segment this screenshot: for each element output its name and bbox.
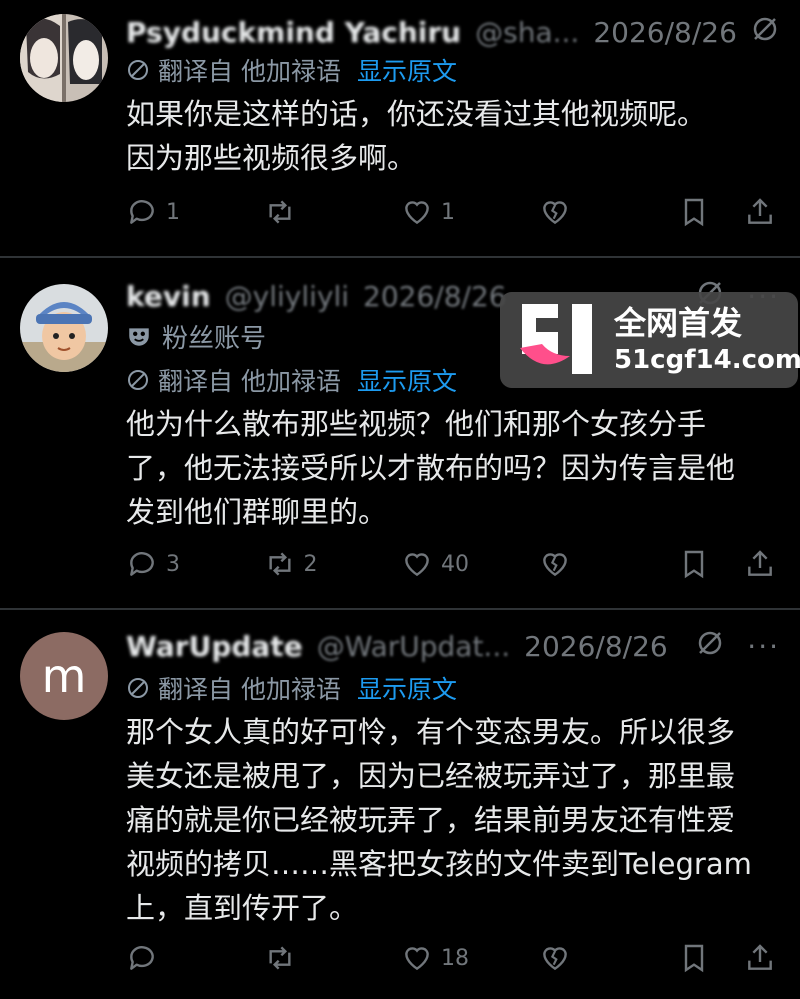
tweet-text: 如果你是这样的话，你还没看过其他视频呢。 因为那些视频很多啊。 bbox=[126, 97, 707, 175]
repost-button[interactable] bbox=[264, 196, 402, 228]
post-date[interactable]: 2026/8/26 bbox=[524, 630, 668, 663]
watermark-line1: 全网首发 bbox=[614, 304, 743, 342]
show-original-link[interactable]: 显示原文 bbox=[357, 52, 457, 88]
reply-icon bbox=[130, 200, 154, 224]
translate-source: 翻译自 他加禄语 bbox=[158, 57, 341, 86]
more-options-button[interactable]: ··· bbox=[747, 630, 780, 663]
action-bar: 1 1 bbox=[126, 192, 776, 232]
bookmark-button[interactable] bbox=[678, 548, 710, 580]
avatar[interactable]: m bbox=[20, 632, 108, 720]
display-name[interactable]: WarUpdate bbox=[126, 630, 303, 663]
tweet-header: Psyduckmind Yachiru @sha... 2026/8/26 bbox=[126, 12, 780, 52]
reply-button[interactable]: 3 bbox=[126, 548, 264, 580]
avatar-letter: m bbox=[41, 649, 87, 703]
broken-heart-icon bbox=[542, 553, 567, 577]
repost-count: 2 bbox=[303, 551, 318, 577]
translation-note: 翻译自 他加禄语 显示原文 bbox=[126, 362, 457, 398]
grok-analyze-button[interactable] bbox=[539, 548, 679, 580]
reply-icon bbox=[130, 946, 154, 970]
repost-icon bbox=[268, 552, 291, 576]
tweet-3[interactable]: m WarUpdate @WarUpdat... 2026/8/26 ··· 翻… bbox=[0, 610, 800, 999]
like-button[interactable]: 18 bbox=[401, 942, 539, 974]
bookmark-icon bbox=[684, 550, 704, 579]
translation-note: 翻译自 他加禄语 显示原文 bbox=[126, 52, 457, 88]
repost-button[interactable]: 2 bbox=[264, 548, 402, 580]
translate-icon bbox=[128, 370, 148, 390]
watermark-overlay: 全网首发 51cgf14.com bbox=[500, 292, 800, 388]
reply-button[interactable]: 1 bbox=[126, 196, 264, 228]
reply-icon bbox=[130, 552, 154, 576]
display-name[interactable]: Psyduckmind Yachiru bbox=[126, 16, 461, 49]
share-button[interactable] bbox=[744, 196, 776, 228]
action-bar: 18 bbox=[126, 938, 776, 978]
fan-account-label: 粉丝账号 bbox=[126, 318, 266, 354]
grok-icon[interactable] bbox=[695, 628, 725, 665]
action-bar: 3 2 40 bbox=[126, 544, 776, 584]
user-handle[interactable]: @sha... bbox=[475, 16, 579, 49]
like-button[interactable]: 40 bbox=[401, 548, 539, 580]
repost-icon bbox=[268, 946, 291, 970]
translation-note: 翻译自 他加禄语 显示原文 bbox=[126, 670, 457, 706]
user-handle[interactable]: @yliyliyli bbox=[225, 280, 349, 313]
bookmark-button[interactable] bbox=[678, 942, 710, 974]
like-button[interactable]: 1 bbox=[401, 196, 539, 228]
grok-analyze-button[interactable] bbox=[539, 942, 679, 974]
like-count: 1 bbox=[441, 199, 455, 225]
reply-count: 1 bbox=[166, 199, 180, 225]
like-count: 18 bbox=[441, 945, 469, 971]
translate-source: 翻译自 他加禄语 bbox=[158, 675, 341, 704]
reply-count: 3 bbox=[166, 551, 180, 577]
user-handle[interactable]: @WarUpdat... bbox=[317, 630, 510, 663]
share-icon bbox=[748, 944, 772, 970]
share-button[interactable] bbox=[744, 548, 776, 580]
display-name[interactable]: kevin bbox=[126, 280, 211, 313]
watermark-logo bbox=[512, 300, 604, 380]
tweet-text: 他为什么散布那些视频？他们和那个女孩分手 了，他无法接受所以才散布的吗？因为传言… bbox=[126, 407, 736, 529]
show-original-link[interactable]: 显示原文 bbox=[357, 670, 457, 706]
fan-label-text: 粉丝账号 bbox=[162, 323, 267, 354]
avatar[interactable] bbox=[20, 284, 108, 372]
share-button[interactable] bbox=[744, 942, 776, 974]
show-original-link[interactable]: 显示原文 bbox=[357, 362, 457, 398]
heart-icon bbox=[405, 201, 429, 225]
translate-source: 翻译自 他加禄语 bbox=[158, 367, 341, 396]
like-count: 40 bbox=[441, 551, 469, 577]
broken-heart-icon bbox=[542, 947, 567, 971]
grok-analyze-button[interactable] bbox=[539, 196, 679, 228]
translate-icon bbox=[128, 60, 148, 80]
tweet-text: 那个女人真的好可怜，有个变态男友。所以很多 美女还是被甩了，因为已经被玩弄过了，… bbox=[126, 715, 752, 925]
bookmark-icon bbox=[684, 944, 704, 973]
post-date[interactable]: 2026/8/26 bbox=[593, 16, 737, 49]
repost-button[interactable] bbox=[264, 942, 402, 974]
post-date[interactable]: 2026/8/26 bbox=[363, 280, 507, 313]
share-icon bbox=[748, 550, 772, 576]
mask-icon bbox=[129, 328, 149, 346]
bookmark-icon bbox=[684, 198, 704, 227]
avatar[interactable] bbox=[20, 14, 108, 102]
share-icon bbox=[748, 198, 772, 224]
watermark-line2: 51cgf14.com bbox=[614, 345, 800, 375]
heart-icon bbox=[405, 553, 429, 577]
broken-heart-icon bbox=[542, 201, 567, 225]
translate-icon bbox=[128, 678, 148, 698]
tweet-header: WarUpdate @WarUpdat... 2026/8/26 ··· bbox=[126, 626, 780, 666]
reply-button[interactable] bbox=[126, 942, 264, 974]
heart-icon bbox=[405, 947, 429, 971]
repost-icon bbox=[268, 200, 291, 224]
grok-icon[interactable] bbox=[750, 14, 780, 51]
bookmark-button[interactable] bbox=[678, 196, 710, 228]
tweet-1[interactable]: Psyduckmind Yachiru @sha... 2026/8/26 翻译… bbox=[0, 0, 800, 256]
